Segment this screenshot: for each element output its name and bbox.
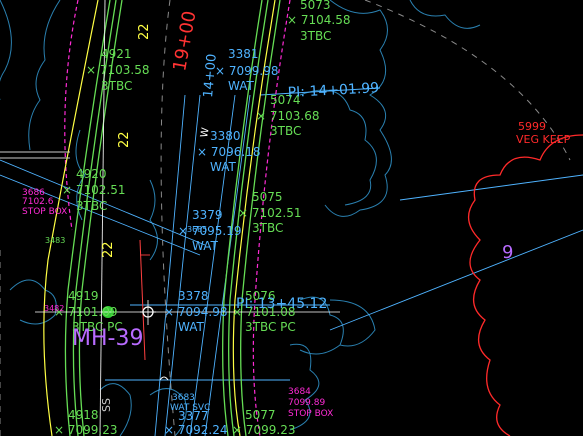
point-number: 4921 (101, 47, 132, 61)
point-elevation: × 7096.18 (197, 145, 261, 159)
point-number: 3684 (288, 387, 311, 397)
point-number: 5077 (245, 408, 276, 422)
point-number: 4918 (68, 408, 99, 422)
point-number: 3483 (45, 236, 65, 245)
point-number: 3380 (210, 129, 241, 143)
pi-station-label: PI: 13+45.12 (236, 296, 327, 312)
point-elevation: × 7102.51 (238, 206, 302, 220)
point-elevation: × 7099.23 (54, 423, 118, 436)
point-code: 3TBC PC (245, 320, 296, 334)
point-elevation: × 7092.24 (164, 423, 228, 436)
point-elevation: × 7103.58 (86, 63, 150, 77)
point-number: 4920 (76, 167, 107, 181)
point-code: 3TBC (252, 221, 283, 235)
station-label: 22 (117, 131, 132, 148)
sewer-label: SS (100, 398, 113, 412)
point-elevation: × 7104.58 (287, 13, 351, 27)
point-number: 5073 (300, 0, 331, 12)
point-elevation: 7102.6 (22, 197, 54, 207)
point-number: 3482 (44, 304, 64, 313)
point-description: STOP BOX (288, 409, 333, 419)
station-label: 22 (101, 241, 116, 258)
point-number: 4919 (68, 289, 99, 303)
point-number: 3379 (192, 208, 223, 222)
point-elevation: 7099.89 (288, 398, 325, 408)
point-number: 3683 (172, 393, 195, 403)
point-code: 3TBC (300, 29, 331, 43)
point-code: WAT (192, 239, 218, 253)
lot-number: 9 (502, 242, 513, 263)
point-elevation: × 7099.98 (215, 64, 279, 78)
point-code: WAT (210, 160, 236, 174)
point-code: 3TBC (101, 79, 132, 93)
point-number: 5999 (518, 120, 546, 133)
point-code: WAT (228, 79, 254, 93)
point-code: WAT (178, 320, 204, 334)
point-elevation: × 7103.68 (256, 109, 320, 123)
point-number: 5075 (252, 190, 283, 204)
water-line-marker: W (199, 127, 212, 139)
point-code: 3TBC (76, 199, 107, 213)
station-label: 22 (137, 23, 152, 40)
point-number: 3685 (187, 225, 207, 234)
point-description: STOP BOX (22, 207, 67, 217)
cad-drawing-canvas[interactable]: 5073 × 7104.58 3TBC 4921 × 7103.58 3TBC … (0, 0, 583, 436)
manhole-label: MH-39 (72, 326, 143, 351)
point-elevation: × 7099.23 (232, 423, 296, 436)
point-number: 3381 (228, 47, 259, 61)
point-description: VEG KEEP (516, 133, 571, 146)
point-number: 3377 (178, 409, 209, 423)
point-number: 3378 (178, 289, 209, 303)
point-elevation: × 7102.51 (62, 183, 126, 197)
point-code: 3TBC (270, 124, 301, 138)
point-elevation: × 7094.98 (164, 305, 228, 319)
